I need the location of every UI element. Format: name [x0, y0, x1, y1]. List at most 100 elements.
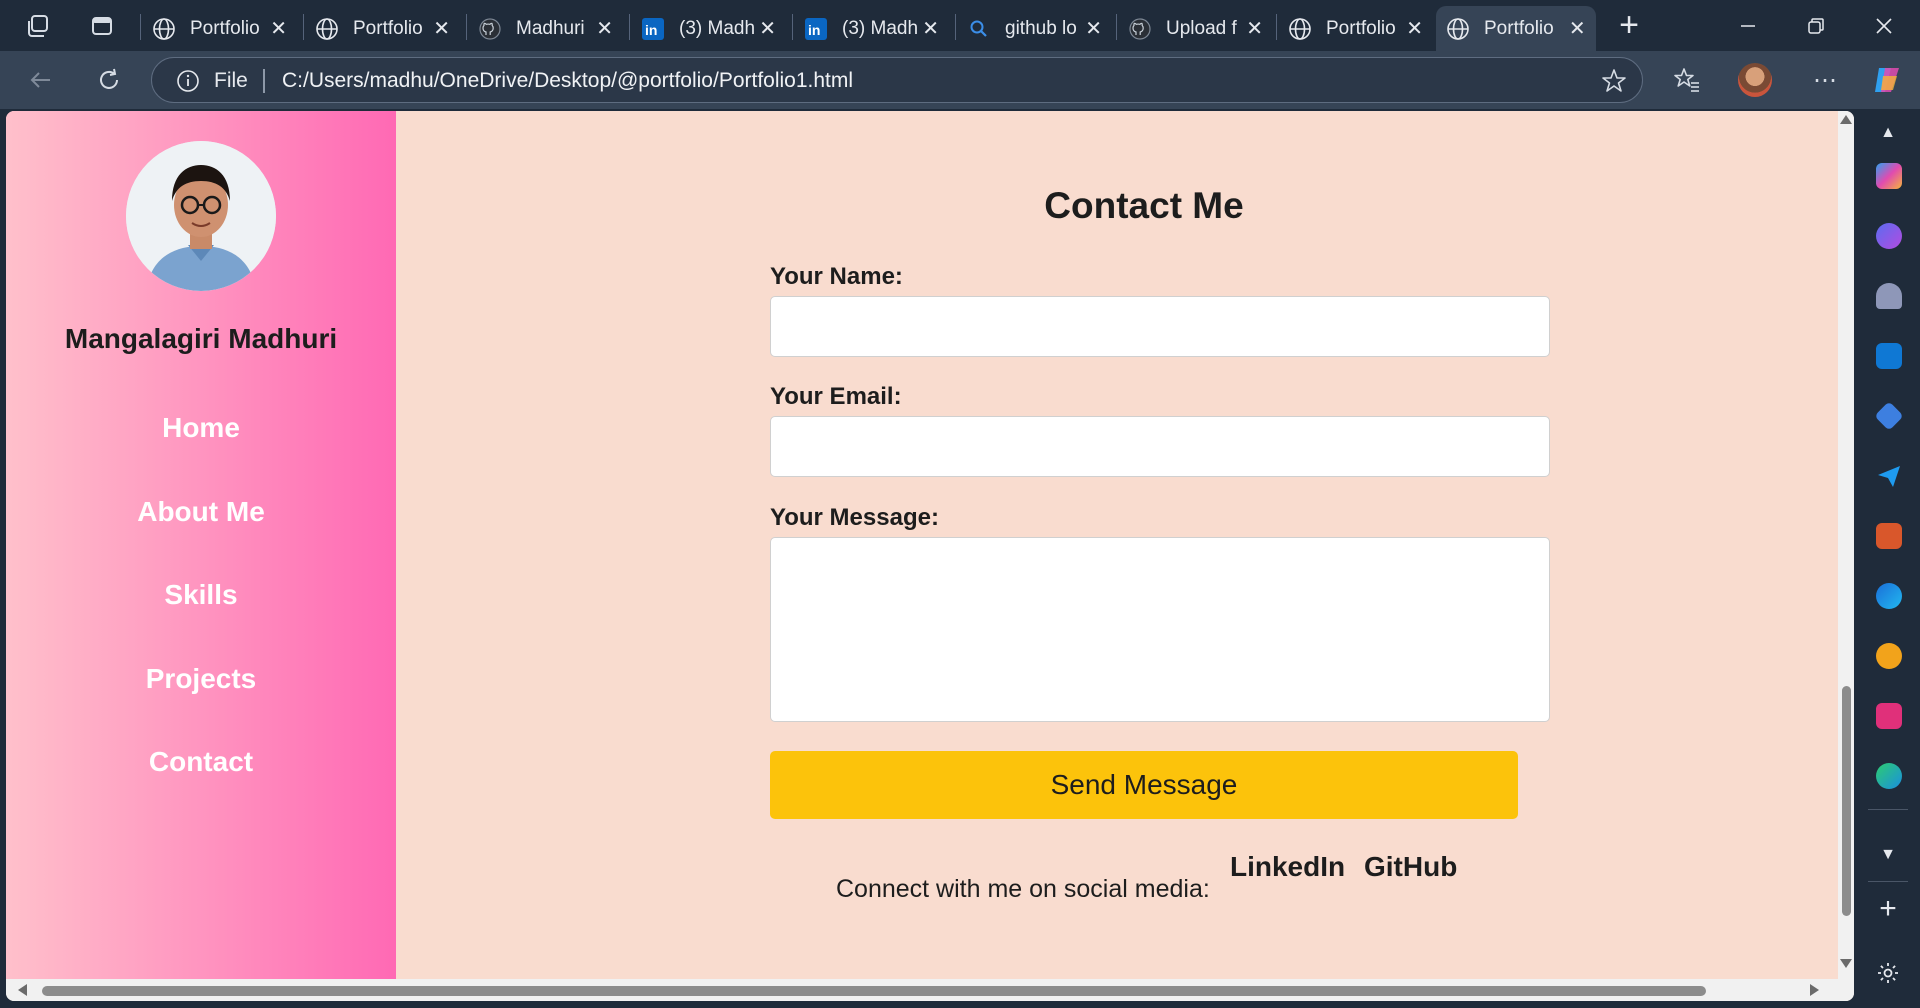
add-sidebar-app-icon[interactable]: + [1872, 892, 1904, 925]
tab-label: Upload f [1166, 17, 1237, 39]
scroll-down-arrow[interactable] [1840, 959, 1852, 968]
search-icon [967, 17, 991, 41]
github-icon [478, 17, 502, 41]
sidebar-nav: Home About Me Skills Projects Contact [6, 411, 396, 829]
tab-portfolio-1[interactable]: Portfolio ✕ [142, 6, 297, 51]
tab-label: Portfolio [190, 17, 260, 39]
settings-gear-icon[interactable] [1872, 957, 1904, 989]
profile-photo [126, 141, 276, 291]
github-icon [1128, 17, 1152, 41]
globe-icon [1288, 17, 1312, 41]
horizontal-scrollbar[interactable] [6, 979, 1854, 1001]
calendar-icon[interactable] [1876, 703, 1902, 729]
close-tab-icon[interactable]: ✕ [1406, 16, 1423, 41]
copilot-icon[interactable] [1868, 61, 1906, 99]
new-tab-button[interactable]: + [1594, 0, 1664, 51]
tab-label: Portfolio [353, 17, 423, 39]
contact-title: Contact Me [1044, 185, 1244, 226]
nav-home[interactable]: Home [6, 411, 396, 495]
scroll-up-arrow[interactable] [1840, 115, 1852, 124]
send-message-button[interactable]: Send Message [770, 751, 1518, 819]
info-icon[interactable] [176, 69, 200, 93]
portfolio-sidebar: Mangalagiri Madhuri Home About Me Skills… [6, 111, 396, 979]
nav-about-me[interactable]: About Me [6, 495, 396, 579]
close-tab-icon[interactable]: ✕ [759, 16, 776, 41]
tools-briefcase-icon[interactable] [1876, 523, 1902, 549]
tab-github-madhuri[interactable]: Madhuri ✕ [468, 6, 623, 51]
workspaces-icon[interactable] [22, 10, 54, 42]
nav-skills[interactable]: Skills [6, 578, 396, 662]
file-scheme-label: File [214, 69, 248, 92]
name-label: Your Name: [770, 263, 903, 290]
edge-browser-icon[interactable] [1876, 763, 1902, 789]
nav-contact[interactable]: Contact [6, 745, 396, 829]
tab-label: github lo [1005, 17, 1077, 39]
nav-projects[interactable]: Projects [6, 662, 396, 746]
message-textarea[interactable] [770, 537, 1550, 722]
tab-portfolio-3[interactable]: Portfolio ✕ [1278, 6, 1433, 51]
svg-text:in: in [645, 22, 657, 38]
vertical-tabs-icon[interactable] [86, 10, 118, 42]
tab-portfolio-2[interactable]: Portfolio ✕ [305, 6, 460, 51]
linkedin-icon: in [641, 17, 665, 41]
back-button[interactable] [22, 61, 60, 99]
shopping-tag-icon[interactable] [1874, 401, 1904, 431]
profile-name: Mangalagiri Madhuri [64, 323, 338, 354]
scroll-left-arrow[interactable] [18, 984, 27, 996]
browser-toolbar: File C:/Users/madhu/OneDrive/Desktop/@po… [0, 51, 1920, 109]
close-tab-icon[interactable]: ✕ [1246, 16, 1263, 41]
github-link[interactable]: GitHub [1364, 851, 1457, 883]
games-icon[interactable] [1876, 283, 1902, 309]
minimize-button[interactable] [1714, 0, 1782, 51]
weather-icon[interactable] [1876, 643, 1902, 669]
tab-label: Madhuri [516, 17, 585, 39]
favorite-star-icon[interactable] [1600, 67, 1628, 95]
outlook-icon[interactable] [1876, 343, 1902, 369]
close-window-button[interactable] [1850, 0, 1918, 51]
close-tab-icon[interactable]: ✕ [596, 16, 613, 41]
more-options-icon[interactable]: ⋯ [1806, 61, 1844, 99]
horizontal-scroll-thumb[interactable] [42, 986, 1706, 996]
linkedin-link[interactable]: LinkedIn [1230, 851, 1345, 883]
tab-linkedin-2[interactable]: in (3) Madh ✕ [794, 6, 949, 51]
close-tab-icon[interactable]: ✕ [1085, 16, 1102, 41]
email-label: Your Email: [770, 383, 902, 410]
profile-avatar[interactable] [1738, 63, 1772, 97]
tab-upload[interactable]: Upload f ✕ [1118, 6, 1273, 51]
globe-icon [315, 17, 339, 41]
refresh-button[interactable] [90, 61, 128, 99]
url-text[interactable]: C:/Users/madhu/OneDrive/Desktop/@portfol… [282, 69, 853, 93]
skype-icon[interactable] [1876, 583, 1902, 609]
globe-icon [1446, 17, 1470, 41]
sidebar-scroll-up-icon[interactable]: ▲ [1872, 117, 1904, 149]
name-input[interactable] [770, 296, 1550, 357]
address-bar[interactable]: File C:/Users/madhu/OneDrive/Desktop/@po… [151, 57, 1643, 103]
page-viewport: Mangalagiri Madhuri Home About Me Skills… [6, 111, 1854, 1001]
tab-strip: Portfolio ✕ Portfolio ✕ Madhuri ✕ in (3)… [0, 0, 1920, 51]
scroll-right-arrow[interactable] [1810, 984, 1819, 996]
close-tab-icon[interactable]: ✕ [270, 16, 287, 41]
tab-github-search[interactable]: github lo ✕ [957, 6, 1112, 51]
close-tab-icon[interactable]: ✕ [1568, 16, 1586, 41]
close-tab-icon[interactable]: ✕ [922, 16, 939, 41]
send-icon[interactable] [1876, 463, 1902, 489]
tab-label: Portfolio [1484, 17, 1554, 39]
message-label: Your Message: [770, 504, 939, 531]
tab-label: (3) Madh [679, 17, 756, 39]
tab-linkedin-1[interactable]: in (3) Madh ✕ [631, 6, 786, 51]
tab-label: Portfolio [1326, 17, 1396, 39]
close-tab-icon[interactable]: ✕ [433, 16, 450, 41]
linkedin-icon: in [804, 17, 828, 41]
copilot-app-icon[interactable] [1876, 223, 1902, 249]
sidebar-scroll-down-icon[interactable]: ▼ [1872, 839, 1904, 871]
contact-section: Contact Me Your Name: Your Email: Your M… [396, 111, 1844, 979]
globe-icon [152, 17, 176, 41]
favorites-icon[interactable] [1668, 61, 1706, 99]
restore-button[interactable] [1782, 0, 1850, 51]
copilot-icon[interactable] [1876, 163, 1902, 189]
scroll-thumb[interactable] [1842, 686, 1851, 916]
edge-sidebar: ▲ ▼ + [1856, 109, 1920, 1008]
tab-portfolio-active[interactable]: Portfolio ✕ [1436, 6, 1596, 51]
email-input[interactable] [770, 416, 1550, 477]
vertical-scrollbar[interactable] [1838, 111, 1854, 979]
